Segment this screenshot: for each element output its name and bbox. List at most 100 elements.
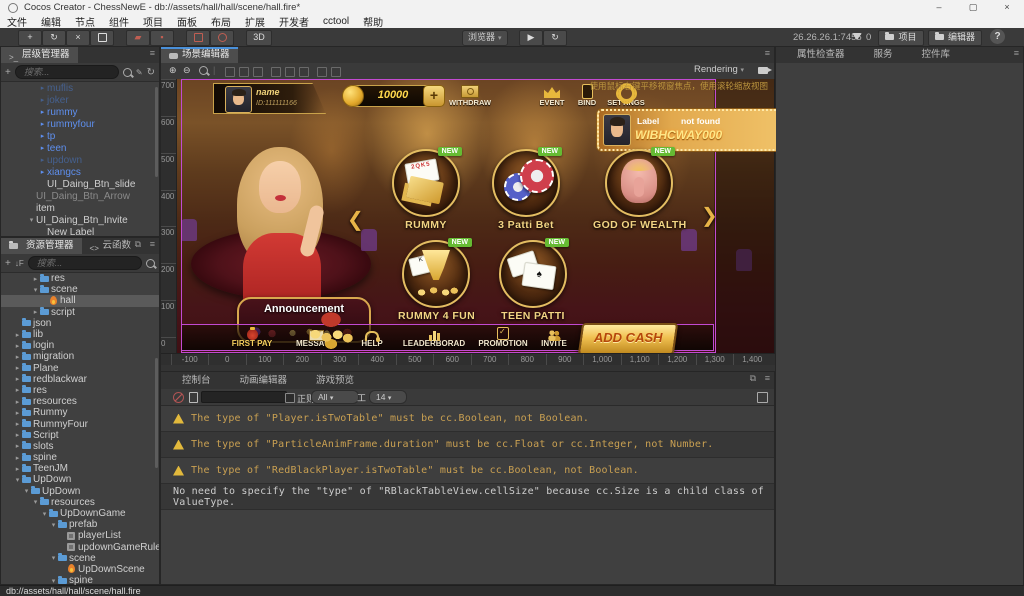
add-node-button[interactable]: + bbox=[5, 67, 11, 78]
asset-node[interactable]: ▸ res bbox=[1, 385, 159, 396]
align-left-icon[interactable] bbox=[225, 67, 235, 77]
carousel-left-arrow[interactable]: ❮ bbox=[347, 207, 364, 232]
asset-node[interactable]: ▸ spine bbox=[1, 452, 159, 463]
expand-arrow-icon[interactable]: ▸ bbox=[38, 108, 47, 116]
hierarchy-scrollbar[interactable] bbox=[155, 87, 158, 177]
asset-node[interactable]: ▾ scene bbox=[1, 284, 159, 295]
search-icon[interactable] bbox=[146, 259, 155, 268]
game-tile[interactable]: NEW 3 Patti Bet bbox=[488, 149, 564, 231]
close-button[interactable]: × bbox=[990, 0, 1024, 15]
camera-view-icon[interactable] bbox=[758, 67, 768, 74]
expand-arrow-icon[interactable]: ▸ bbox=[38, 96, 47, 104]
bottombar-button[interactable]: HELP bbox=[354, 326, 390, 348]
asset-node[interactable]: ▾ UpDownGame bbox=[1, 508, 159, 519]
menu-item[interactable]: 文件 bbox=[0, 14, 34, 29]
scene-canvas[interactable]: 使用鼠标右键平移视窗焦点，使用滚轮缩放视图 name ID:111111166 … bbox=[161, 79, 776, 353]
panel-menu-icon[interactable]: ≡ bbox=[765, 373, 770, 383]
asset-node[interactable]: ▸ Script bbox=[1, 430, 159, 441]
jackpot-banner[interactable]: Label not found WIBHCWAY000 bbox=[597, 109, 776, 151]
asset-node[interactable]: UpDownScene bbox=[1, 564, 159, 575]
game-tile[interactable]: NEW 2QK5 RUMMY bbox=[388, 149, 464, 231]
hierarchy-node[interactable]: UI_Daing_Btn_Arrow bbox=[1, 190, 159, 202]
hierarchy-node[interactable]: ▸ joker bbox=[1, 94, 159, 106]
rotate-tool-icon[interactable]: ↻ bbox=[42, 30, 66, 46]
search-icon[interactable] bbox=[123, 68, 132, 77]
bottombar-button[interactable]: LEADERBORAD bbox=[398, 326, 470, 348]
local-gizmo-icon[interactable] bbox=[186, 30, 210, 46]
asset-node[interactable]: playerList bbox=[1, 530, 159, 541]
expand-arrow-icon[interactable]: ▸ bbox=[13, 353, 22, 361]
menu-item[interactable]: 项目 bbox=[136, 14, 170, 29]
expand-arrow-icon[interactable]: ▾ bbox=[49, 577, 58, 585]
expand-arrow-icon[interactable]: ▸ bbox=[13, 431, 22, 439]
asset-node[interactable]: ▸ login bbox=[1, 340, 159, 351]
expand-arrow-icon[interactable]: ▸ bbox=[38, 132, 47, 140]
console-filter-input[interactable] bbox=[201, 391, 287, 403]
console-tab[interactable]: 控制台 bbox=[161, 372, 219, 389]
expand-arrow-icon[interactable]: ▸ bbox=[38, 168, 47, 176]
expand-arrow-icon[interactable]: ▸ bbox=[13, 409, 22, 417]
refresh-icon[interactable]: ↻ bbox=[147, 67, 155, 78]
panel-menu-icon[interactable]: ≡ bbox=[765, 48, 770, 58]
menu-item[interactable]: 开发者 bbox=[272, 14, 316, 29]
expand-arrow-icon[interactable]: ▸ bbox=[31, 308, 40, 316]
game-tile[interactable]: NEW GOD OF WEALTH bbox=[593, 149, 685, 231]
3d-toggle-button[interactable]: 3D bbox=[246, 30, 272, 46]
expand-arrow-icon[interactable]: ▸ bbox=[13, 331, 22, 339]
align-right-icon[interactable] bbox=[253, 67, 263, 77]
open-editor-button[interactable]: 编辑器 bbox=[928, 30, 982, 46]
preview-target-dropdown[interactable]: 浏览器▾ bbox=[462, 30, 508, 46]
hierarchy-node[interactable]: ▸ teen bbox=[1, 142, 159, 154]
expand-arrow-icon[interactable]: ▾ bbox=[27, 216, 36, 224]
panel-menu-icon[interactable]: ≡ bbox=[150, 239, 155, 249]
game-tile[interactable]: NEW K RUMMY 4 FUN bbox=[398, 240, 474, 322]
console-log-row[interactable]: The type of "ParticleAnimFrame.duration"… bbox=[161, 432, 774, 458]
asset-node[interactable]: hall bbox=[1, 295, 159, 306]
expand-arrow-icon[interactable]: ▸ bbox=[13, 442, 22, 450]
tab-hierarchy[interactable]: 层级管理器 bbox=[1, 47, 78, 63]
hierarchy-search-input[interactable] bbox=[15, 65, 119, 79]
asset-node[interactable]: ▸ Plane bbox=[1, 363, 159, 374]
expand-arrow-icon[interactable]: ▸ bbox=[13, 386, 22, 394]
asset-node[interactable]: ▸ slots bbox=[1, 441, 159, 452]
refresh-preview-button[interactable]: ↻ bbox=[543, 30, 567, 46]
expand-arrow-icon[interactable]: ▸ bbox=[13, 454, 22, 462]
asset-node[interactable]: ▸ Rummy bbox=[1, 407, 159, 418]
menu-item[interactable]: 节点 bbox=[68, 14, 102, 29]
carousel-right-arrow[interactable]: ❯ bbox=[701, 203, 718, 228]
tab-assets[interactable]: 资源管理器 bbox=[1, 238, 82, 254]
sort-icon[interactable]: ↓F bbox=[15, 259, 24, 268]
anchor-toggle-icon[interactable]: ▪ bbox=[150, 30, 174, 46]
asset-node[interactable]: updownGameRule bbox=[1, 542, 159, 553]
menu-item[interactable]: 布局 bbox=[204, 14, 238, 29]
console-tab[interactable]: 动画编辑器 bbox=[219, 372, 296, 389]
open-log-icon[interactable] bbox=[189, 392, 198, 403]
hierarchy-node[interactable]: ▸ xiangcs bbox=[1, 166, 159, 178]
add-cash-button[interactable]: ADD CASH bbox=[578, 323, 678, 353]
panel-float-icon[interactable]: ⧉ bbox=[750, 373, 756, 384]
expand-arrow-icon[interactable]: ▸ bbox=[38, 156, 47, 164]
menu-item[interactable]: 扩展 bbox=[238, 14, 272, 29]
expand-arrow-icon[interactable]: ▾ bbox=[31, 286, 40, 294]
bottombar-button[interactable]: INVITE bbox=[534, 326, 574, 348]
hierarchy-node[interactable]: ▸ updown bbox=[1, 154, 159, 166]
bottombar-button[interactable]: FIRST PAY bbox=[226, 326, 278, 348]
menu-item[interactable]: cctool bbox=[316, 16, 356, 27]
expand-arrow-icon[interactable]: ▸ bbox=[13, 398, 22, 406]
asset-node[interactable]: ▾ UpDown bbox=[1, 474, 159, 485]
console-layout-icon[interactable] bbox=[757, 392, 768, 403]
align-center-v-icon[interactable] bbox=[285, 67, 295, 77]
inspector-tab[interactable]: 控件库 bbox=[901, 47, 959, 63]
scale-tool-icon[interactable]: × bbox=[66, 30, 90, 46]
expand-arrow-icon[interactable]: ▸ bbox=[38, 84, 47, 92]
asset-node[interactable]: ▸ res bbox=[1, 273, 159, 284]
expand-arrow-icon[interactable]: ▾ bbox=[40, 510, 49, 518]
maximize-button[interactable]: ▢ bbox=[956, 0, 990, 15]
distribute-v-icon[interactable] bbox=[331, 67, 341, 77]
menu-item[interactable]: 组件 bbox=[102, 14, 136, 29]
global-gizmo-icon[interactable] bbox=[210, 30, 234, 46]
font-size-dropdown[interactable]: 14 ▾ bbox=[369, 390, 407, 404]
expand-arrow-icon[interactable]: ▸ bbox=[38, 120, 47, 128]
console-log-row[interactable]: The type of "Player.isTwoTable" must be … bbox=[161, 406, 774, 432]
asset-node[interactable]: ▾ resources bbox=[1, 497, 159, 508]
